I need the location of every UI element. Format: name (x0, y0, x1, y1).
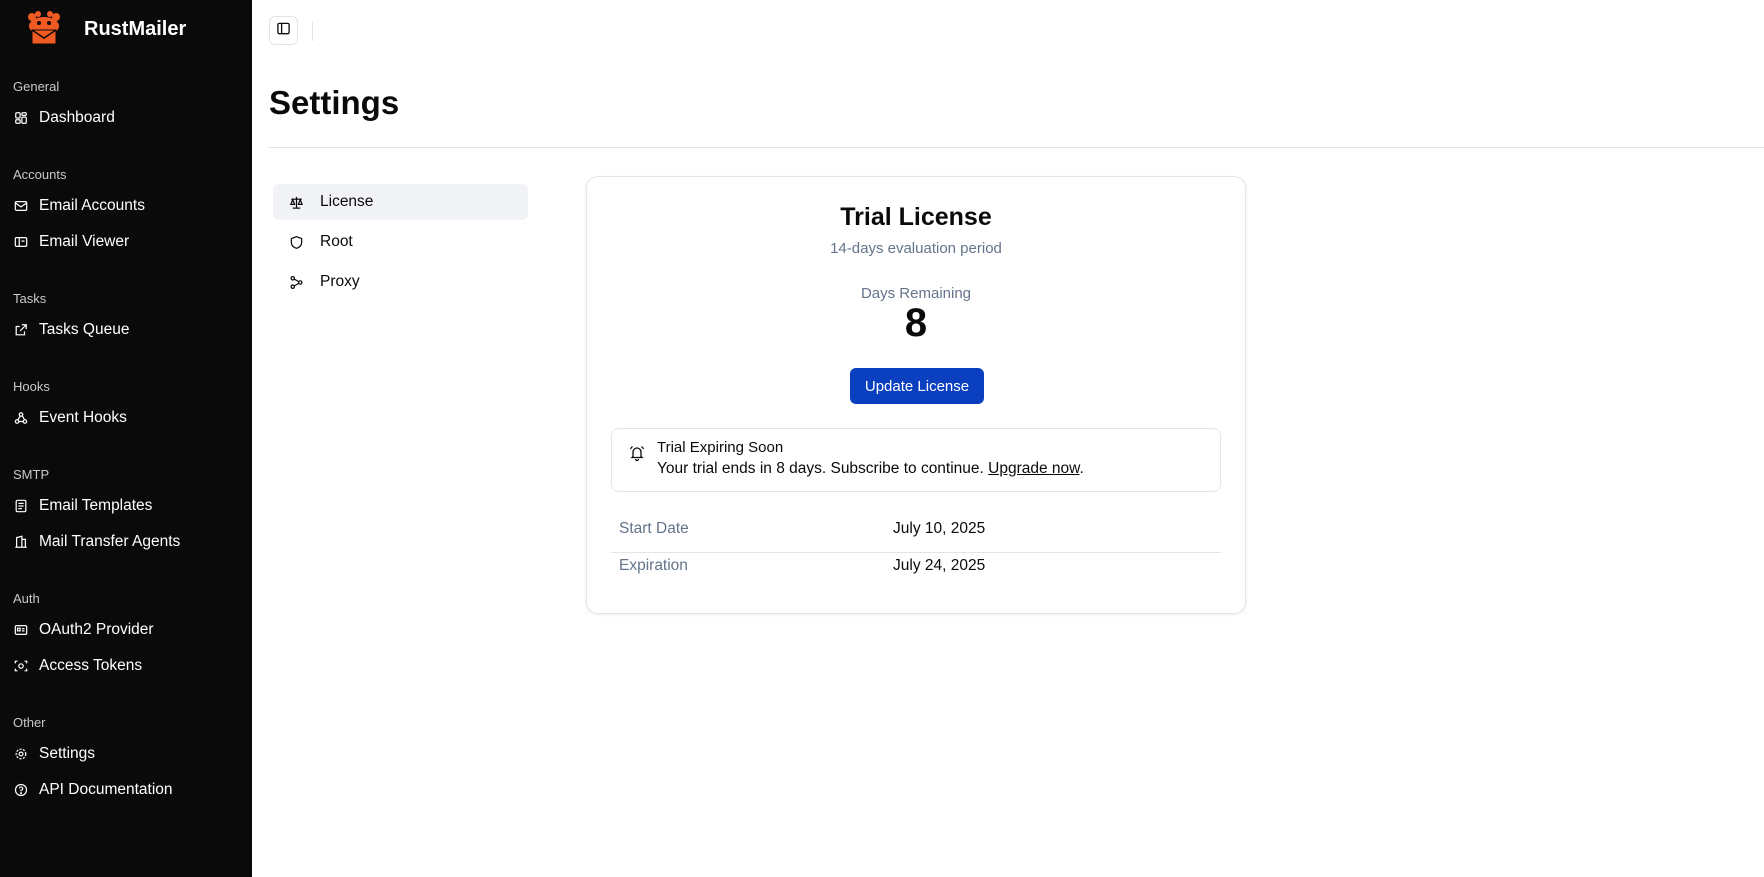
sidebar-item-label: Tasks Queue (39, 321, 130, 338)
sidebar-toggle-icon (276, 21, 291, 41)
dashboard-icon (13, 110, 29, 126)
sidebar-item-label: Event Hooks (39, 409, 127, 426)
page-title: Settings (269, 84, 400, 121)
sidebar-item-event-hooks[interactable]: Event Hooks (6, 403, 246, 433)
sidebar-item-settings[interactable]: Settings (6, 739, 246, 769)
license-card: Trial License 14-days evaluation period … (586, 176, 1246, 614)
expiration-value: July 24, 2025 (893, 557, 986, 574)
trial-expiring-alert: Trial Expiring Soon Your trial ends in 8… (611, 428, 1221, 492)
mail-icon (13, 198, 29, 214)
group-label-tasks: Tasks (13, 291, 47, 306)
settings-nav-root[interactable]: Root (273, 224, 528, 260)
sidebar-item-label: Settings (39, 745, 96, 762)
header-divider (312, 21, 313, 41)
sidebar-item-label: API Documentation (39, 781, 173, 798)
alert-suffix: . (1079, 460, 1084, 477)
template-icon (13, 498, 29, 514)
sidebar-item-access-tokens[interactable]: Access Tokens (6, 651, 246, 681)
webhook-icon (13, 410, 29, 426)
sidebar-item-tasks-queue[interactable]: Tasks Queue (6, 315, 246, 345)
days-remaining-value: 8 (904, 301, 928, 345)
sidebar-item-label: Dashboard (39, 109, 115, 126)
settings-nav-proxy[interactable]: Proxy (273, 264, 528, 300)
alert-description: Your trial ends in 8 days. Subscribe to … (657, 460, 1084, 478)
server-icon (13, 534, 29, 550)
sidebar-item-label: Email Templates (39, 497, 153, 514)
settings-nav-label: Root (320, 233, 353, 250)
upgrade-now-link[interactable]: Upgrade now (988, 460, 1079, 477)
sidebar-item-email-viewer[interactable]: Email Viewer (6, 227, 246, 257)
network-icon (288, 274, 304, 290)
app-name: RustMailer (84, 18, 187, 40)
sidebar: RustMailer General Dashboard Accounts Em… (0, 0, 252, 877)
group-label-smtp: SMTP (13, 467, 50, 482)
alert-text: Your trial ends in 8 days. Subscribe to … (657, 460, 984, 477)
bell-icon (628, 444, 646, 462)
sidebar-item-label: Email Viewer (39, 233, 130, 250)
brand[interactable] (24, 10, 64, 51)
group-label-other: Other (13, 715, 46, 730)
settings-nav-label: Proxy (320, 273, 360, 290)
days-remaining-label: Days Remaining (860, 285, 972, 302)
help-circle-icon (13, 782, 29, 798)
sidebar-item-mail-transfer-agents[interactable]: Mail Transfer Agents (6, 527, 246, 557)
sidebar-item-label: Mail Transfer Agents (39, 533, 181, 550)
sidebar-item-email-accounts[interactable]: Email Accounts (6, 191, 246, 221)
scan-face-icon (13, 658, 29, 674)
expiration-label: Expiration (619, 557, 688, 574)
settings-nav-label: License (320, 193, 374, 210)
settings-nav-license[interactable]: License (273, 184, 528, 220)
sidebar-item-dashboard[interactable]: Dashboard (6, 103, 246, 133)
sidebar-item-email-templates[interactable]: Email Templates (6, 491, 246, 521)
group-label-hooks: Hooks (13, 379, 50, 394)
start-date-label: Start Date (619, 520, 689, 537)
group-label-auth: Auth (13, 591, 40, 606)
viewer-icon (13, 234, 29, 250)
sidebar-item-label: Access Tokens (39, 657, 143, 674)
id-card-icon (13, 622, 29, 638)
license-subtitle: 14-days evaluation period (830, 240, 1002, 257)
sidebar-item-label: OAuth2 Provider (39, 621, 154, 638)
gear-icon (13, 746, 29, 762)
shield-icon (288, 234, 304, 250)
row-divider (611, 552, 1221, 553)
scale-icon (288, 194, 304, 210)
start-date-value: July 10, 2025 (893, 520, 986, 537)
title-divider (269, 147, 1764, 148)
sidebar-toggle-button[interactable] (269, 16, 298, 45)
rustmailer-logo-icon (24, 10, 64, 51)
sidebar-item-api-documentation[interactable]: API Documentation (6, 775, 246, 805)
sidebar-item-oauth2-provider[interactable]: OAuth2 Provider (6, 615, 246, 645)
external-link-icon (13, 322, 29, 338)
alert-title: Trial Expiring Soon (657, 439, 784, 456)
group-label-general: General (13, 79, 60, 94)
sidebar-item-label: Email Accounts (39, 197, 145, 214)
group-label-accounts: Accounts (13, 167, 67, 182)
license-title: Trial License (840, 203, 992, 231)
update-license-button[interactable]: Update License (850, 368, 984, 404)
